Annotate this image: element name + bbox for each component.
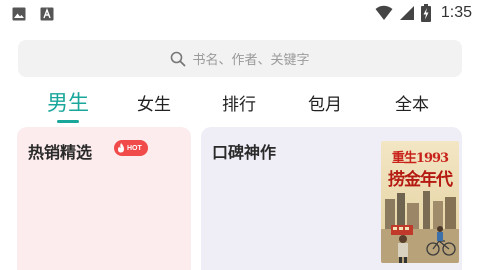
acclaimed-works-card[interactable]: 口碑神作 重生1993 捞金年代 [201,127,462,270]
flame-icon [118,143,124,153]
category-tabs: 男生 女生 排行 包月 全本 [0,84,480,124]
status-time: 1:35 [440,4,472,21]
tab-male[interactable]: 男生 [33,84,103,120]
status-bar: 1:35 [0,0,480,28]
status-bar-left [12,7,54,21]
book-cover-title-line1: 重生1993 [391,151,449,166]
tab-monthly[interactable]: 包月 [290,84,360,120]
search-bar[interactable]: 书名、作者、关键字 [18,40,462,77]
hot-badge-label: HOT [127,144,142,152]
status-bar-right: 1:35 [375,4,472,22]
image-icon [12,7,26,21]
tab-female[interactable]: 女生 [119,84,189,120]
acclaimed-works-title: 口碑神作 [212,143,277,162]
active-tab-indicator [57,120,79,123]
book-cover[interactable]: 重生1993 捞金年代 [381,141,459,263]
hot-picks-card[interactable]: 热销精选 HOT [17,127,191,270]
search-icon [171,51,186,66]
battery-charging-icon [420,4,431,22]
hot-badge: HOT [114,140,148,156]
book-cover-title-line2: 捞金年代 [388,170,453,190]
tab-ranking[interactable]: 排行 [204,84,274,120]
tab-complete[interactable]: 全本 [377,84,447,120]
hot-picks-title: 热销精选 [28,143,93,162]
wifi-icon [375,5,393,20]
text-a-icon [40,7,54,21]
search-placeholder: 书名、作者、关键字 [192,53,310,68]
signal-icon [399,6,414,20]
